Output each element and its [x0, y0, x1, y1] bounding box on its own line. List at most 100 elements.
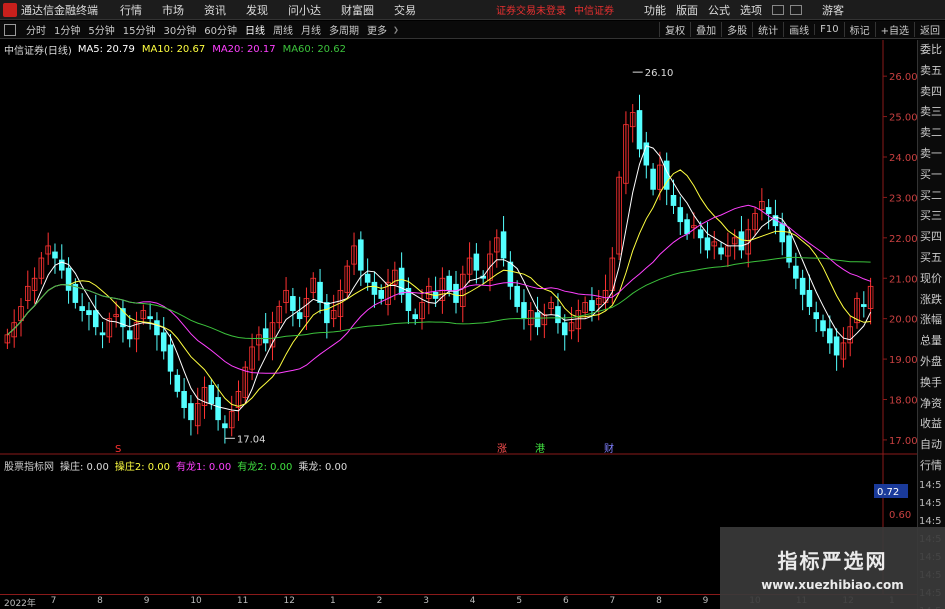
login-notice[interactable]: 证券交易未登录: [496, 2, 566, 17]
candle-body: [589, 300, 595, 311]
menu-layout[interactable]: 版面: [676, 2, 698, 18]
guest-label[interactable]: 游客: [822, 2, 844, 18]
quote-field[interactable]: 涨幅: [918, 310, 945, 331]
quote-field[interactable]: 现价: [918, 269, 945, 290]
period-15min[interactable]: 15分钟: [119, 22, 160, 37]
candle-body: [99, 332, 106, 336]
menu-formula[interactable]: 公式: [708, 2, 730, 18]
quote-field[interactable]: 涨跌: [918, 290, 945, 311]
restore-button[interactable]: [790, 4, 802, 15]
site-watermark: 指标严选网 www.xuezhibiao.com: [720, 527, 945, 609]
stock-title[interactable]: 中信证券(日线): [4, 42, 72, 57]
candle-body: [738, 231, 745, 251]
candle-body: [806, 289, 813, 307]
quote-field[interactable]: 买三: [918, 206, 945, 227]
period-weekly[interactable]: 周线: [269, 22, 297, 37]
quote-field[interactable]: 行情: [918, 456, 945, 477]
quote-field[interactable]: 卖一: [918, 144, 945, 165]
tool-draw[interactable]: 画线: [783, 22, 814, 37]
ma20-label: MA20: 20.17: [212, 44, 276, 55]
price-tick-label: 22.00: [889, 234, 917, 245]
candle-body: [813, 312, 820, 320]
quote-field[interactable]: 委比: [918, 40, 945, 61]
indicator-item-1: 操庄: 0.00: [60, 462, 109, 473]
date-tick: 2022年: [4, 599, 36, 609]
quote-field[interactable]: 买一: [918, 165, 945, 186]
period-intraday[interactable]: 分时: [22, 22, 50, 37]
period-more[interactable]: 更多: [363, 22, 391, 37]
date-tick: 9: [143, 596, 150, 606]
period-monthly[interactable]: 月线: [297, 22, 325, 37]
date-tick: 9: [702, 596, 709, 606]
price-tick-label: 21.00: [889, 274, 917, 285]
candle-body: [160, 332, 167, 352]
candle-body: [147, 316, 153, 320]
candle-body: [793, 265, 799, 279]
quote-field[interactable]: 收益: [918, 414, 945, 435]
date-tick: 8: [97, 596, 103, 606]
date-tick: 12: [283, 596, 295, 606]
quote-field[interactable]: 卖四: [918, 82, 945, 103]
tool-overlay[interactable]: 叠加: [690, 22, 721, 37]
quote-field[interactable]: 总量: [918, 331, 945, 352]
indicator-header: 股票指标网 操庄: 0.00 操庄2: 0.00 有龙1: 0.00 有龙2: …: [4, 458, 353, 473]
period-daily[interactable]: 日线: [241, 22, 269, 37]
candle-body: [126, 330, 133, 340]
quote-field[interactable]: 净资: [918, 394, 945, 415]
minimize-button[interactable]: [772, 4, 784, 15]
quote-field[interactable]: 买四: [918, 227, 945, 248]
period-30min[interactable]: 30分钟: [159, 22, 200, 37]
date-tick: 10: [190, 596, 202, 606]
broker-name[interactable]: 中信证券: [574, 2, 614, 17]
app-logo-icon: [3, 2, 17, 17]
candle-body: [167, 344, 174, 372]
candle-body: [174, 374, 181, 392]
menu-discover[interactable]: 发现: [246, 2, 268, 18]
tool-multi-stock[interactable]: 多股: [721, 22, 752, 37]
candle-body: [296, 312, 303, 320]
quote-field[interactable]: 买五: [918, 248, 945, 269]
ma10-line: [7, 169, 871, 407]
price-tick-label: 26.00: [889, 72, 917, 83]
menu-ask[interactable]: 问小达: [288, 2, 321, 18]
menu-wealth[interactable]: 财富圈: [341, 2, 374, 18]
candle-body: [500, 231, 507, 259]
period-1min[interactable]: 1分钟: [50, 22, 84, 37]
period-60min[interactable]: 60分钟: [200, 22, 241, 37]
menu-quotes[interactable]: 行情: [120, 2, 142, 18]
period-5min[interactable]: 5分钟: [84, 22, 118, 37]
menu-news[interactable]: 资讯: [204, 2, 226, 18]
tool-statistics[interactable]: 统计: [752, 22, 783, 37]
tool-adjust[interactable]: 复权: [659, 22, 690, 37]
candle-body: [317, 281, 323, 303]
date-tick: 7: [50, 596, 57, 606]
period-multi[interactable]: 多周期: [325, 22, 363, 37]
menu-function[interactable]: 功能: [644, 2, 666, 18]
menu-bar: 通达信金融终端 行情 市场 资讯 发现 问小达 财富圈 交易 证券交易未登录 中…: [0, 0, 945, 20]
indicator-name[interactable]: 股票指标网: [4, 458, 54, 473]
panel-toggle-icon[interactable]: [4, 23, 16, 36]
quote-field[interactable]: 卖二: [918, 123, 945, 144]
candle-body: [65, 267, 72, 291]
candle-body: [521, 302, 527, 320]
quote-field[interactable]: 换手: [918, 373, 945, 394]
quote-field[interactable]: 外盘: [918, 352, 945, 373]
quote-field[interactable]: 卖三: [918, 102, 945, 123]
tool-back[interactable]: 返回: [914, 22, 945, 37]
menu-trade[interactable]: 交易: [394, 2, 416, 18]
tool-f10[interactable]: F10: [814, 24, 843, 35]
tool-mark[interactable]: 标记: [843, 22, 875, 37]
indicator-item-4: 有龙2: 0.00: [237, 462, 293, 473]
event-marker: 涨: [497, 443, 507, 455]
candle-body: [704, 237, 711, 251]
chevron-right-icon[interactable]: ❯: [393, 26, 399, 34]
menu-options[interactable]: 选项: [740, 2, 762, 18]
menu-market[interactable]: 市场: [162, 2, 184, 18]
event-marker: 港: [535, 443, 545, 455]
quote-field[interactable]: 自动: [918, 435, 945, 456]
kline-chart[interactable]: 26.00 25.00 24.00 23.00 22.00 21.00 20.00 19.00…: [0, 40, 917, 594]
quote-field[interactable]: 买二: [918, 186, 945, 207]
quote-field[interactable]: 卖五: [918, 61, 945, 82]
price-tick-label: 17.00: [889, 436, 917, 447]
tool-add-watchlist[interactable]: +自选: [874, 22, 914, 37]
